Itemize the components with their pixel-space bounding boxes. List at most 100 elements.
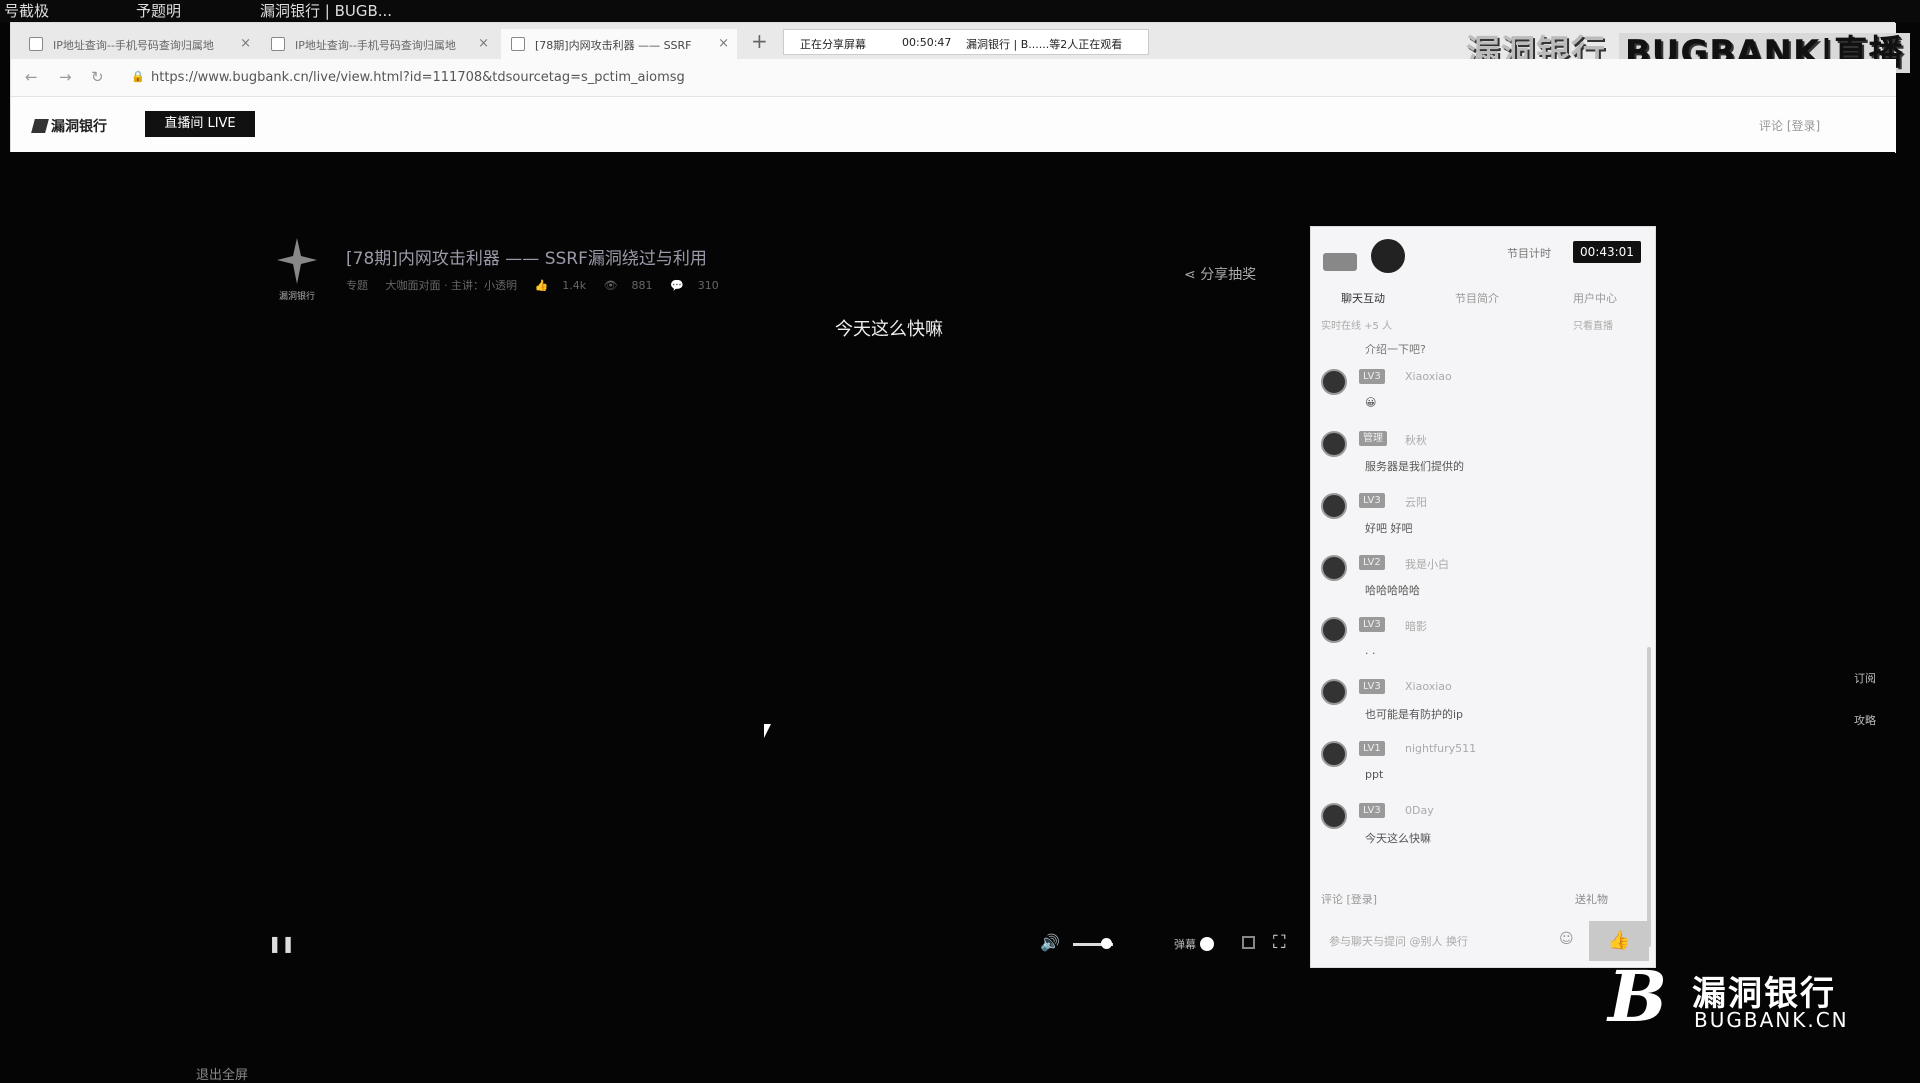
site-header: 漏洞银行 直播间 LIVE 评论 [登录] <box>11 97 1896 153</box>
login-links[interactable]: 评论 [登录] <box>1759 117 1820 134</box>
new-tab-button[interactable]: + <box>751 29 768 53</box>
chat-message-text: 今天这么快嘛 <box>1365 832 1431 845</box>
close-icon[interactable]: × <box>478 36 489 51</box>
level-badge: LV3 <box>1359 369 1385 384</box>
tab-strip: IP地址查询--手机号码查询归属地 × IP地址查询--手机号码查询归属地 × … <box>11 23 1910 73</box>
screen-share-bar: 正在分享屏幕 00:50:47 漏洞银行 | B......等2人正在观看 <box>783 29 1149 55</box>
danmu-label: 弹幕 <box>1174 938 1196 951</box>
chat-message: LV3 云阳 好吧 好吧 <box>1321 487 1641 547</box>
tab-chat[interactable]: 聊天互动 <box>1341 290 1385 306</box>
tab-user-center[interactable]: 用户中心 <box>1573 290 1617 306</box>
tab-label: IP地址查询--手机号码查询归属地 <box>53 39 214 52</box>
share-status: 正在分享屏幕 <box>800 38 866 51</box>
comment-icon: 💬 <box>670 279 684 292</box>
favicon-icon <box>511 37 525 51</box>
meta-likes: 1.4k <box>562 279 587 292</box>
danmu-toggle[interactable] <box>1200 937 1214 951</box>
video-meta: 专题 大咖面对面 · 主讲：小透明 👍 1.4k 👁 881 💬 310 <box>346 277 733 293</box>
reload-icon[interactable]: ↻ <box>91 68 104 86</box>
picture-in-picture-icon[interactable] <box>1242 936 1255 949</box>
chat-message: LV2 我是小白 哈哈哈哈哈 <box>1321 549 1641 609</box>
tab-intro[interactable]: 节目简介 <box>1455 290 1499 306</box>
nickname: Xiaoxiao <box>1405 680 1452 693</box>
browser-tab[interactable]: IP地址查询--手机号码查询归属地 × <box>261 29 497 59</box>
browser-tab-active[interactable]: [78期]内网攻击利器 —— SSRF × <box>501 29 737 59</box>
chat-panel: 节目计时 00:43:01 聊天互动 节目简介 用户中心 实时在线 +5 人 只… <box>1310 226 1656 968</box>
level-badge: LV3 <box>1359 617 1385 632</box>
avatar <box>1321 679 1347 705</box>
close-icon[interactable]: × <box>718 36 729 51</box>
nickname: Xiaoxiao <box>1405 370 1452 383</box>
chat-scrollbar[interactable] <box>1647 647 1651 947</box>
chat-message: 管理 秋秋 服务器是我们提供的 <box>1321 425 1641 485</box>
avatar <box>1321 803 1347 829</box>
browser-window: IP地址查询--手机号码查询归属地 × IP地址查询--手机号码查询归属地 × … <box>10 22 1910 153</box>
taskbar-item[interactable]: 号截极 <box>4 0 49 21</box>
close-icon[interactable]: × <box>240 36 251 51</box>
back-icon[interactable]: ← <box>25 68 38 86</box>
avatar <box>1321 555 1347 581</box>
online-count: 实时在线 +5 人 <box>1321 321 1393 332</box>
host-logo-icon <box>277 238 317 284</box>
timer-label: 节目计时 <box>1507 247 1551 260</box>
guide-link[interactable]: 攻略 <box>1854 712 1876 728</box>
brand-logo-icon: B <box>1608 955 1668 1038</box>
avatar <box>1321 617 1347 643</box>
nickname: 秋秋 <box>1405 434 1427 447</box>
nickname: 0Day <box>1405 804 1434 817</box>
gift-button[interactable]: 送礼物 <box>1575 891 1608 907</box>
chat-message: LV3 Xiaoxiao 也可能是有防护的ip <box>1321 673 1641 733</box>
tab-label: [78期]内网攻击利器 —— SSRF <box>535 39 692 52</box>
emoji-icon[interactable]: ☺ <box>1559 931 1574 947</box>
subscribe-link[interactable]: 订阅 <box>1854 670 1876 686</box>
exit-fullscreen-button[interactable]: 退出全屏 <box>196 1064 248 1083</box>
address-bar: ← → ↻ 🔒 https://www.bugbank.cn/live/view… <box>11 59 1896 97</box>
volume-knob[interactable] <box>1101 938 1112 949</box>
chat-message-text: ppt <box>1365 768 1384 781</box>
url-field[interactable]: https://www.bugbank.cn/live/view.html?id… <box>151 70 685 85</box>
avatar <box>1321 369 1347 395</box>
chat-login-link[interactable]: 评论 [登录] <box>1321 891 1377 907</box>
taskbar-item[interactable]: 漏洞银行 | BUGB... <box>260 0 392 21</box>
chat-message-text: 服务器是我们提供的 <box>1365 460 1464 473</box>
nickname: nightfury511 <box>1405 742 1477 755</box>
bugbank-brand-watermark: B 漏洞银行 BUGBANK.CN <box>1608 955 1878 1038</box>
taskbar-item[interactable]: 予题明 <box>136 0 181 21</box>
chat-message: LV1 nightfury511 ppt <box>1321 735 1641 795</box>
host-avatar: 漏洞银行 <box>264 236 330 302</box>
forward-icon[interactable]: → <box>59 68 72 86</box>
favicon-icon <box>29 37 43 51</box>
pause-icon[interactable]: ❚❚ <box>268 934 295 953</box>
level-badge: LV3 <box>1359 679 1385 694</box>
chat-input[interactable]: 参与聊天与提问 @别人 换行 <box>1329 933 1468 949</box>
level-badge: LV3 <box>1359 493 1385 508</box>
share-icon: ⋖ <box>1184 267 1196 283</box>
meta-speaker: 大咖面对面 · 主讲：小透明 <box>385 279 518 292</box>
share-lottery-button[interactable]: ⋖ 分享抽奖 <box>1184 264 1256 284</box>
video-title: [78期]内网攻击利器 —— SSRF漏洞绕过与利用 <box>346 249 707 269</box>
chat-message: LV3 0Day 今天这么快嘛 <box>1321 797 1641 857</box>
brand-name-en: BUGBANK.CN <box>1694 1008 1849 1032</box>
system-taskbar: 号截极 予题明 漏洞银行 | BUGB... <box>0 0 1920 22</box>
live-room-button[interactable]: 直播间 LIVE <box>145 111 255 137</box>
share-time: 00:50:47 <box>902 36 952 49</box>
favicon-icon <box>271 37 285 51</box>
avatar <box>1321 431 1347 457</box>
bottom-bar: 退出全屏 <box>0 1064 1920 1083</box>
tab-label: IP地址查询--手机号码查询归属地 <box>295 39 456 52</box>
site-logo[interactable]: 漏洞银行 <box>31 116 107 136</box>
meta-views: 881 <box>631 279 653 292</box>
chat-message: LV3 暗影 . . <box>1321 611 1641 671</box>
meta-comments: 310 <box>697 279 719 292</box>
browser-tab[interactable]: IP地址查询--手机号码查询归属地 × <box>19 29 259 59</box>
chat-message-text: 😀 <box>1365 396 1377 409</box>
chat-message-text: 好吧 好吧 <box>1365 522 1413 535</box>
like-icon: 👍 <box>534 279 549 292</box>
volume-icon[interactable]: 🔊 <box>1040 933 1060 952</box>
fullscreen-icon[interactable]: ⛶ <box>1273 932 1286 953</box>
avatar <box>1321 493 1347 519</box>
filter-checkbox[interactable]: 只看直播 <box>1573 317 1613 332</box>
meta-tag: 专题 <box>346 279 368 292</box>
chat-message-text: 也可能是有防护的ip <box>1365 708 1464 721</box>
chat-message: LV3 Xiaoxiao 😀 <box>1321 363 1641 423</box>
